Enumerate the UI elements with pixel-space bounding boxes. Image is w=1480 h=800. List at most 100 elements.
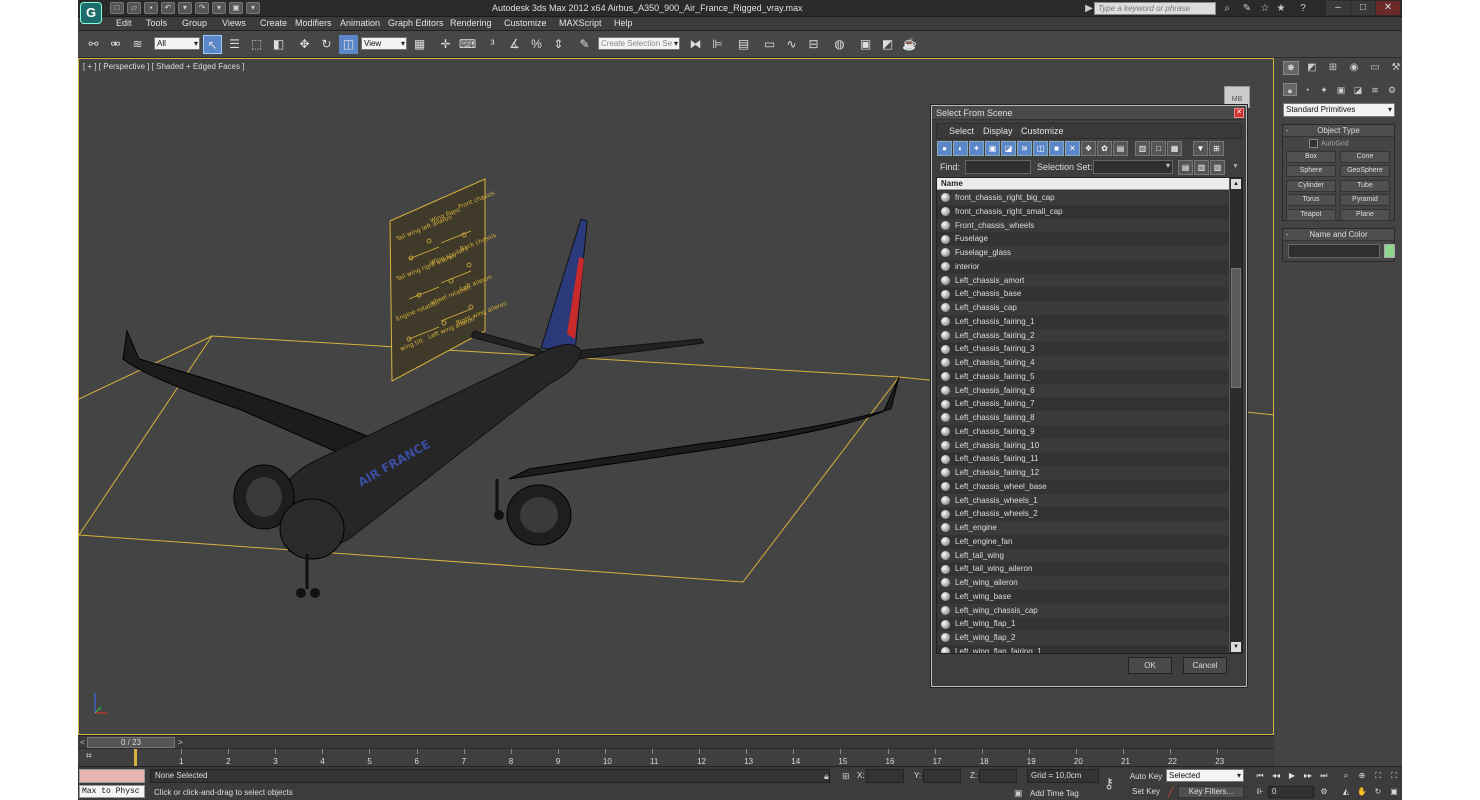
- help-icon[interactable]: ?: [1296, 2, 1310, 15]
- add-to-set-icon[interactable]: ▥: [1194, 160, 1209, 175]
- ok-button[interactable]: OK: [1128, 657, 1172, 674]
- select-by-name-icon[interactable]: ☰: [225, 35, 244, 54]
- primitive-category-select[interactable]: Standard Primitives: [1283, 103, 1395, 117]
- helpers-category-icon[interactable]: ◪: [1351, 83, 1365, 96]
- toolbar-overflow-icon[interactable]: ▼: [1232, 163, 1239, 170]
- list-item[interactable]: Left_chassis_base: [937, 287, 1229, 301]
- app-logo-icon[interactable]: G: [80, 2, 102, 24]
- menu-rendering[interactable]: Rendering: [450, 18, 492, 28]
- menu-graph-editors[interactable]: Graph Editors: [388, 18, 444, 28]
- undo-icon[interactable]: ↶: [161, 2, 175, 14]
- qat-dropdown-icon[interactable]: ▾: [246, 2, 260, 14]
- binoculars-icon[interactable]: ⌕: [1220, 2, 1234, 15]
- object-type-rollout-title[interactable]: - Object Type: [1283, 125, 1394, 137]
- percent-snap-icon[interactable]: %: [527, 35, 546, 54]
- key-mode-toggle-icon[interactable]: ⊪: [1254, 786, 1266, 797]
- create-tab-icon[interactable]: ✸: [1283, 61, 1299, 75]
- favorites-icon[interactable]: ★: [1274, 2, 1288, 15]
- new-file-icon[interactable]: □: [110, 2, 124, 14]
- display-xrefs-icon[interactable]: ■: [1049, 141, 1064, 156]
- list-item[interactable]: Left_chassis_fairing_6: [937, 383, 1229, 398]
- list-item[interactable]: Left_chassis_fairing_4: [937, 356, 1229, 370]
- list-item[interactable]: Left_chassis_fairing_5: [937, 369, 1229, 384]
- field-of-view-icon[interactable]: ◭: [1340, 786, 1352, 797]
- tube-button[interactable]: Tube: [1340, 180, 1390, 192]
- bind-spacewarp-icon[interactable]: ≋: [128, 35, 147, 54]
- cancel-button[interactable]: Cancel: [1183, 657, 1227, 674]
- communication-icon[interactable]: ☆: [1258, 2, 1272, 15]
- list-item[interactable]: Left_chassis_fairing_2: [937, 328, 1229, 343]
- viewport-label[interactable]: [ + ] [ Perspective ] [ Shaded + Edged F…: [83, 62, 244, 71]
- y-coordinate-input[interactable]: [923, 769, 961, 783]
- redo-dropdown-icon[interactable]: ▾: [212, 2, 226, 14]
- mini-curve-editor-icon[interactable]: ⌗: [86, 751, 92, 762]
- material-editor-icon[interactable]: ◍: [830, 35, 849, 54]
- sphere-button[interactable]: Sphere: [1286, 165, 1336, 177]
- graphite-ribbon-icon[interactable]: ▭: [760, 35, 779, 54]
- angle-snap-icon[interactable]: ∡: [505, 35, 524, 54]
- track-bar[interactable]: ⌗ 1 2 3 4 5 6 7 8 9 10 11 12 13 14 15 16 17 18 19 20 21 22 23: [78, 748, 1274, 766]
- display-spacewarps-icon[interactable]: ≋: [1017, 141, 1032, 156]
- rendered-frame-window-icon[interactable]: ◩: [878, 35, 897, 54]
- box-button[interactable]: Box: [1286, 151, 1336, 163]
- zoom-extents-icon[interactable]: ⛶: [1372, 770, 1384, 781]
- render-production-icon[interactable]: ☕: [900, 35, 919, 54]
- dialog-close-icon[interactable]: ✕: [1234, 108, 1244, 118]
- display-cameras-icon[interactable]: ▣: [985, 141, 1000, 156]
- schematic-view-icon[interactable]: ⊟: [804, 35, 823, 54]
- display-helpers-icon[interactable]: ◪: [1001, 141, 1016, 156]
- open-file-icon[interactable]: ▱: [127, 2, 141, 14]
- maxscript-listener-input[interactable]: Max to Physc: [79, 785, 145, 798]
- time-configuration-icon[interactable]: ⚙: [1318, 786, 1330, 797]
- curve-editor-icon[interactable]: ∿: [782, 35, 801, 54]
- cameras-category-icon[interactable]: ▣: [1334, 83, 1348, 96]
- reference-coordinate-select[interactable]: View: [361, 37, 407, 50]
- select-none-icon[interactable]: □: [1151, 141, 1166, 156]
- list-item[interactable]: Left_chassis_fairing_10: [937, 438, 1229, 453]
- menu-help[interactable]: Help: [614, 18, 633, 28]
- list-item[interactable]: front_chassis_right_small_cap: [937, 204, 1229, 219]
- hierarchy-tab-icon[interactable]: ⊞: [1325, 61, 1341, 75]
- menu-edit[interactable]: Edit: [116, 18, 132, 28]
- list-item[interactable]: Left_chassis_fairing_1: [937, 314, 1229, 329]
- menu-tools[interactable]: Tools: [146, 18, 167, 28]
- list-item[interactable]: Left_wing_flap_fairing_1: [937, 644, 1229, 653]
- menu-views[interactable]: Views: [222, 18, 246, 28]
- list-item[interactable]: Left_wing_flap_1: [937, 617, 1229, 631]
- set-key-mode-icon[interactable]: ⚷: [1104, 775, 1114, 792]
- list-item[interactable]: Left_chassis_amort: [937, 273, 1229, 288]
- save-icon[interactable]: ▪: [144, 2, 158, 14]
- list-item[interactable]: Left_chassis_fairing_8: [937, 411, 1229, 425]
- time-slider-prev-icon[interactable]: <: [78, 737, 87, 748]
- modify-tab-icon[interactable]: ◩: [1304, 61, 1320, 75]
- next-frame-icon[interactable]: ▸▸: [1302, 770, 1314, 781]
- zoom-icon[interactable]: ⌕: [1340, 770, 1352, 781]
- time-cursor[interactable]: [134, 749, 137, 766]
- go-to-end-icon[interactable]: ⏭: [1318, 770, 1330, 781]
- display-tab-icon[interactable]: ▭: [1367, 61, 1383, 75]
- name-and-color-rollout-title[interactable]: - Name and Color: [1283, 229, 1394, 241]
- redo-icon[interactable]: ↷: [195, 2, 209, 14]
- name-column-header[interactable]: Name: [937, 178, 1229, 190]
- list-item[interactable]: front_chassis_right_big_cap: [937, 191, 1229, 205]
- selection-filter-select[interactable]: All: [154, 37, 200, 50]
- list-item[interactable]: Left_chassis_wheels_1: [937, 493, 1229, 508]
- list-scrollbar[interactable]: ▲ ▼: [1229, 178, 1242, 653]
- filter-options-icon[interactable]: ⊞: [1209, 141, 1224, 156]
- zoom-all-icon[interactable]: ⊕: [1356, 770, 1368, 781]
- pivot-center-icon[interactable]: ▦: [410, 35, 429, 54]
- menu-animation[interactable]: Animation: [340, 18, 380, 28]
- list-item[interactable]: Left_wing_aileron: [937, 576, 1229, 590]
- list-item[interactable]: interior: [937, 259, 1229, 274]
- set-key-button[interactable]: Set Key: [1128, 786, 1164, 798]
- display-bones-icon[interactable]: ✕: [1065, 141, 1080, 156]
- menu-customize[interactable]: Customize: [504, 18, 547, 28]
- orbit-icon[interactable]: ↻: [1372, 786, 1384, 797]
- pan-view-icon[interactable]: ✋: [1356, 786, 1368, 797]
- cylinder-button[interactable]: Cylinder: [1286, 180, 1336, 192]
- scroll-down-icon[interactable]: ▼: [1231, 642, 1241, 652]
- list-item[interactable]: Left_chassis_fairing_11: [937, 452, 1229, 466]
- key-selection-select[interactable]: Selected: [1166, 769, 1244, 782]
- maximize-button[interactable]: □: [1351, 1, 1375, 15]
- list-item[interactable]: Left_chassis_wheel_base: [937, 479, 1229, 494]
